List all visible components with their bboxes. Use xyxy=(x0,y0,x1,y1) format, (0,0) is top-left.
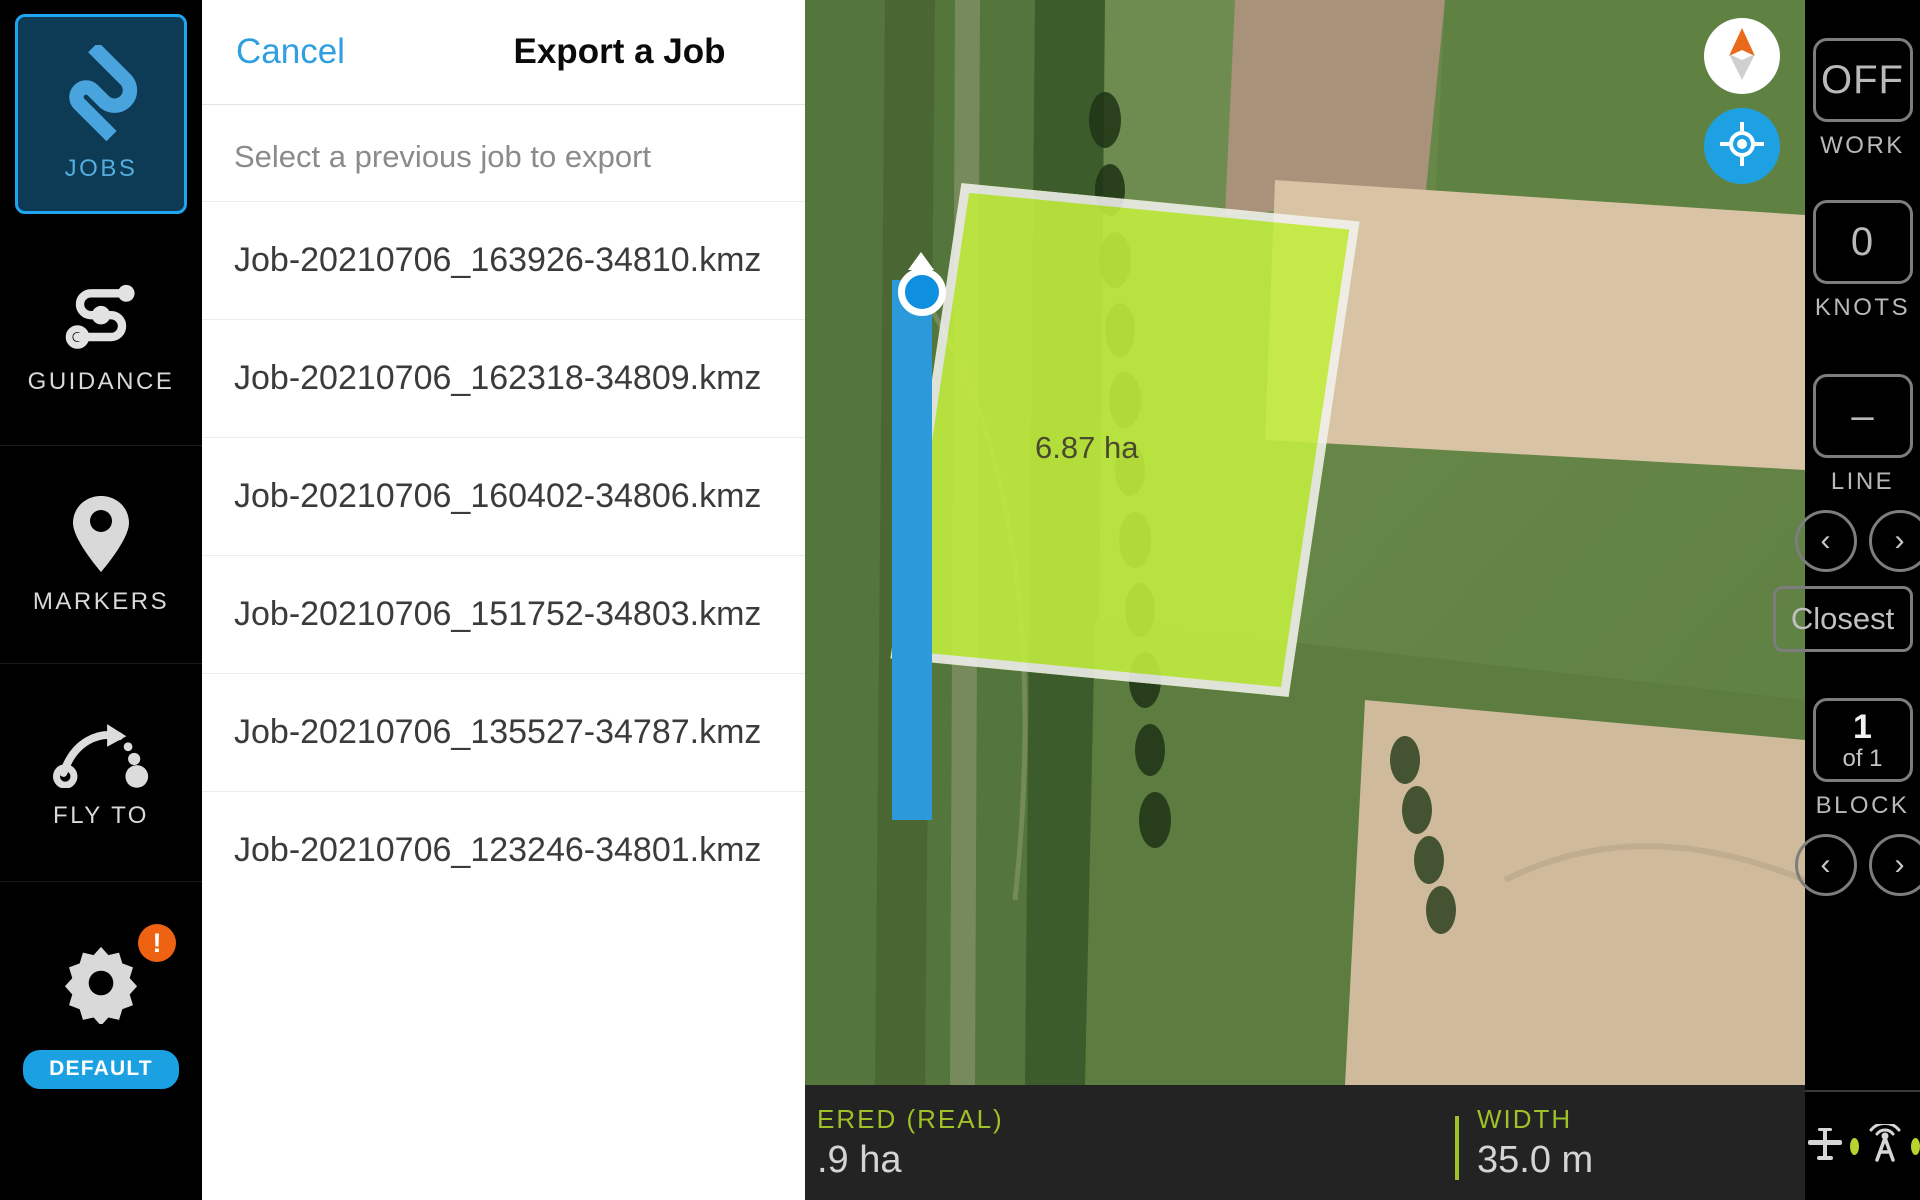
block-prev-button[interactable]: ‹ xyxy=(1794,834,1857,896)
guidance-track-line xyxy=(892,280,932,820)
gps-locate-button[interactable] xyxy=(1704,108,1780,184)
work-toggle-button[interactable]: OFF xyxy=(1812,38,1913,122)
sidebar-item-label: GUIDANCE xyxy=(27,367,175,395)
aircraft-icon xyxy=(1805,1124,1845,1169)
closest-button[interactable]: Closest xyxy=(1772,586,1913,652)
map-status-bar: ERED (REAL) .9 ha WIDTH 35.0 m xyxy=(805,1085,1805,1200)
left-sidebar: JOBS GUIDANCE MARKERS FLY TO ! DEFAULT xyxy=(0,0,202,1200)
block-value: 1 xyxy=(1853,707,1872,746)
width-stat: WIDTH 35.0 m xyxy=(1455,1104,1593,1182)
covered-label: ERED (REAL) xyxy=(817,1103,1004,1134)
gear-icon xyxy=(60,942,142,1024)
sidebar-item-label: JOBS xyxy=(64,155,138,182)
sidebar-item-label: FLY TO xyxy=(53,801,149,829)
sidebar-item-guidance[interactable]: GUIDANCE xyxy=(0,228,202,446)
app-root: JOBS GUIDANCE MARKERS FLY TO ! DEFAULT C… xyxy=(0,0,1920,1200)
marker-pin-icon xyxy=(70,494,132,574)
line-label: LINE xyxy=(1830,468,1895,495)
aircraft-position-marker xyxy=(898,268,946,316)
line-value: – xyxy=(1851,394,1874,438)
jobs-icon xyxy=(53,45,149,141)
knots-readout: 0 xyxy=(1812,200,1913,284)
signal-status-dot xyxy=(1911,1137,1920,1155)
block-readout: 1 of 1 xyxy=(1812,698,1913,782)
block-group: 1 of 1 BLOCK ‹ › xyxy=(1794,698,1920,896)
covered-value: .9 ha xyxy=(817,1138,902,1181)
sidebar-item-markers[interactable]: MARKERS xyxy=(0,446,202,664)
compass-needle-icon xyxy=(1722,26,1762,87)
gps-target-icon xyxy=(1719,121,1765,172)
sidebar-item-fly-to[interactable]: FLY TO xyxy=(0,664,202,882)
width-value: 35.0 m xyxy=(1477,1138,1594,1181)
rail-status-indicators xyxy=(1805,1090,1920,1200)
sidebar-item-jobs[interactable]: JOBS xyxy=(0,0,202,228)
field-area-label: 6.87 ha xyxy=(1035,430,1139,465)
line-arrows: ‹ › xyxy=(1794,510,1920,572)
width-label: WIDTH xyxy=(1477,1103,1573,1134)
map-view[interactable]: 6.87 ha xyxy=(805,0,1805,1085)
sidebar-item-label: MARKERS xyxy=(32,587,170,615)
block-total: of 1 xyxy=(1842,744,1883,772)
covered-stat: ERED (REAL) .9 ha xyxy=(795,1104,1004,1182)
cancel-button[interactable]: Cancel xyxy=(236,32,345,72)
right-control-rail: OFF WORK 0 KNOTS – LINE ‹ › Closest 1 of… xyxy=(1772,0,1920,1200)
line-next-button[interactable]: › xyxy=(1868,510,1920,572)
knots-label: KNOTS xyxy=(1814,294,1911,321)
work-label: WORK xyxy=(1820,132,1905,159)
line-readout: – xyxy=(1812,374,1913,458)
line-prev-button[interactable]: ‹ xyxy=(1794,510,1857,572)
sidebar-item-jobs-tile: JOBS xyxy=(15,14,187,214)
guidance-icon xyxy=(59,278,143,354)
work-group: OFF WORK xyxy=(1812,38,1913,160)
block-arrows: ‹ › xyxy=(1794,834,1920,896)
profile-badge-default[interactable]: DEFAULT xyxy=(23,1050,179,1089)
work-value: OFF xyxy=(1821,57,1904,102)
settings-alert-badge: ! xyxy=(138,924,176,962)
knots-value: 0 xyxy=(1850,219,1875,264)
knots-group: 0 KNOTS xyxy=(1812,200,1913,322)
gear-wrap: ! xyxy=(60,924,176,1024)
aircraft-status-dot xyxy=(1850,1137,1859,1155)
sidebar-item-settings[interactable]: ! DEFAULT xyxy=(0,882,202,1200)
compass-button[interactable] xyxy=(1704,18,1780,94)
block-label: BLOCK xyxy=(1815,792,1910,819)
fly-to-icon xyxy=(53,716,149,788)
block-next-button[interactable]: › xyxy=(1868,834,1920,896)
antenna-signal-icon xyxy=(1864,1121,1906,1169)
line-group: – LINE ‹ › Closest xyxy=(1772,374,1920,652)
